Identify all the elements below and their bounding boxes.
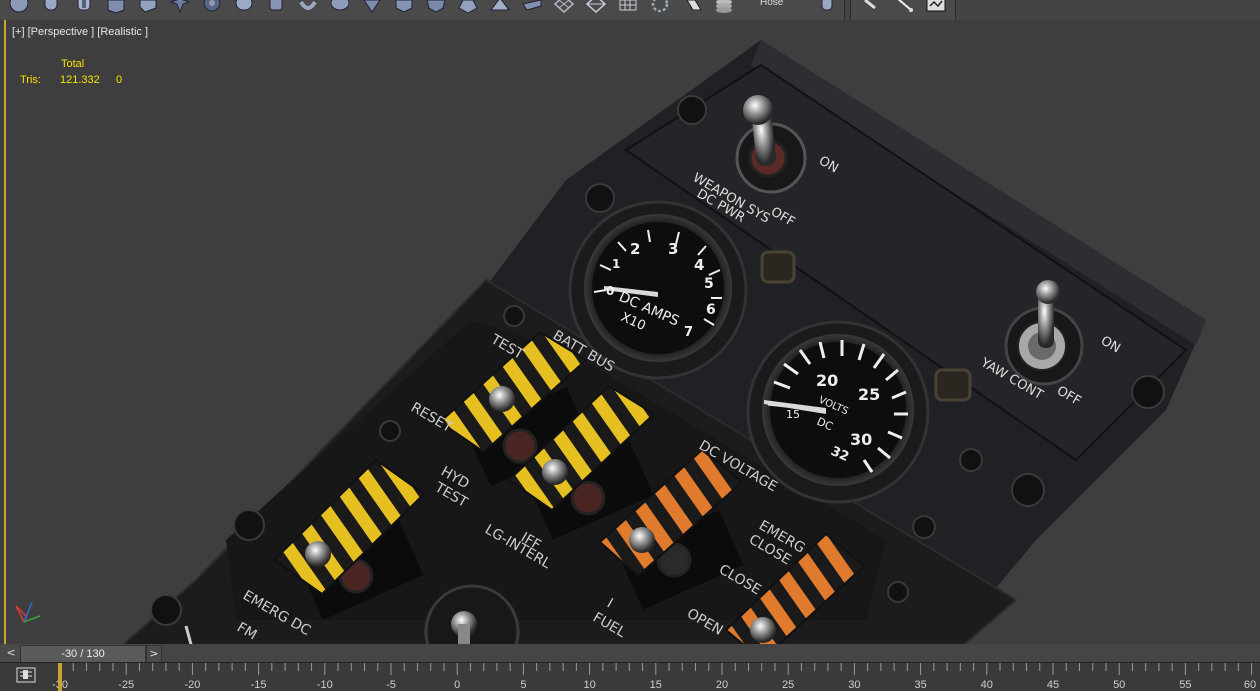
- grid-icon[interactable]: [585, 0, 607, 14]
- tube-icon[interactable]: [73, 0, 95, 14]
- torus-knot-icon[interactable]: [201, 0, 223, 14]
- ruler-label: 35: [914, 679, 926, 691]
- ruler-label: 15: [650, 679, 662, 691]
- key-filters-icon[interactable]: [16, 667, 36, 683]
- amps-tick-2: 2: [630, 240, 640, 258]
- amps-tick-0: 0: [606, 284, 614, 298]
- ruler-label: -15: [251, 679, 267, 691]
- capsule-icon[interactable]: [233, 0, 255, 14]
- ruler-label: 25: [782, 679, 794, 691]
- tris-selected-value: 0: [116, 74, 123, 86]
- time-prev-button[interactable]: <: [4, 645, 18, 661]
- stats-tris-row: Tris: 121.332 0: [20, 72, 122, 88]
- ruler-label: -5: [386, 679, 396, 691]
- box-icon[interactable]: [105, 0, 127, 14]
- amps-tick-4: 4: [694, 256, 704, 274]
- ruler-label: 50: [1113, 679, 1125, 691]
- ruler-label: -20: [184, 679, 200, 691]
- wand-icon[interactable]: [893, 0, 915, 14]
- main-toolbar: Hose: [0, 0, 1260, 20]
- cockpit-panel-render: ON OFF WEAPON SYS DC PWR 0 1 2 3 4 5 6 7…: [122, 40, 1206, 644]
- amps-tick-5: 5: [704, 276, 714, 292]
- time-slider-thumb[interactable]: -30 / 130: [20, 645, 146, 663]
- ruler-label: 10: [583, 679, 595, 691]
- axis-gizmo-icon: [15, 601, 41, 623]
- tris-value: 121.332: [60, 74, 100, 86]
- volts-tick-30: 30: [850, 430, 872, 449]
- lattice-icon[interactable]: [553, 0, 575, 14]
- gengon-icon[interactable]: [425, 0, 447, 14]
- ruler-label: 45: [1047, 679, 1059, 691]
- ruler-label: -10: [317, 679, 333, 691]
- viewport-statistics: Total Tris: 121.332 0: [20, 56, 122, 88]
- track-bar-ruler[interactable]: -30-25-20-15-10-505101520253035404550556…: [0, 662, 1260, 691]
- ruler-label: -25: [118, 679, 134, 691]
- stats-header: Total: [61, 58, 85, 70]
- spring-icon[interactable]: [265, 0, 287, 14]
- volts-adjust-knob: [934, 368, 972, 402]
- hose-label[interactable]: Hose: [760, 0, 783, 8]
- snapshot-icon[interactable]: [925, 0, 947, 12]
- viewport-label[interactable]: [+] [Perspective ] [Realistic ]: [12, 26, 148, 38]
- layers-icon[interactable]: [713, 0, 735, 14]
- current-frame-marker[interactable]: [58, 663, 62, 691]
- ruler-label: 5: [520, 679, 526, 691]
- wedge-icon[interactable]: [137, 0, 159, 14]
- amps-tick-1: 1: [612, 257, 620, 271]
- toolbar-primitives-group: Hose: [0, 0, 845, 20]
- volts-tick-20: 20: [816, 371, 838, 390]
- ruler-ticks: -30-25-20-15-10-505101520253035404550556…: [52, 663, 1256, 691]
- amps-adjust-knob: [760, 250, 796, 284]
- hose-capsule-icon[interactable]: [816, 0, 838, 14]
- grid-plane-icon[interactable]: [617, 0, 639, 14]
- gear-icon[interactable]: [649, 0, 671, 14]
- geosphere-icon[interactable]: [521, 0, 543, 14]
- time-next-button[interactable]: >: [146, 645, 162, 663]
- ruler-label: 20: [716, 679, 728, 691]
- ruler-label: 55: [1179, 679, 1191, 691]
- torus-icon[interactable]: [297, 0, 319, 14]
- pin-icon[interactable]: [859, 0, 881, 14]
- star-icon[interactable]: [169, 0, 191, 14]
- ruler-label: 0: [454, 679, 460, 691]
- time-slider-track[interactable]: [162, 644, 1260, 662]
- perspective-viewport[interactable]: ON OFF WEAPON SYS DC PWR 0 1 2 3 4 5 6 7…: [4, 20, 1260, 644]
- paint-icon[interactable]: [683, 0, 705, 14]
- ruler-label: 40: [981, 679, 993, 691]
- volts-tick-15: 15: [786, 408, 800, 421]
- amps-tick-6: 6: [706, 302, 716, 318]
- ruler-label: 60: [1244, 679, 1256, 691]
- cone-icon[interactable]: [457, 0, 479, 14]
- plane-icon[interactable]: [489, 0, 511, 14]
- sphere-icon[interactable]: [8, 0, 30, 14]
- hedra-icon[interactable]: [393, 0, 415, 14]
- volts-tick-25: 25: [858, 385, 880, 404]
- tris-label: Tris:: [20, 74, 41, 86]
- prism-icon[interactable]: [361, 0, 383, 14]
- amps-tick-7: 7: [684, 325, 693, 340]
- time-slider-bar: < -30 / 130 >: [0, 644, 1260, 663]
- toolbar-tools-group: [850, 0, 956, 20]
- cylinder-icon[interactable]: [40, 0, 62, 14]
- amps-tick-3: 3: [668, 240, 678, 258]
- spindle-icon[interactable]: [329, 0, 351, 14]
- ruler-label: 30: [848, 679, 860, 691]
